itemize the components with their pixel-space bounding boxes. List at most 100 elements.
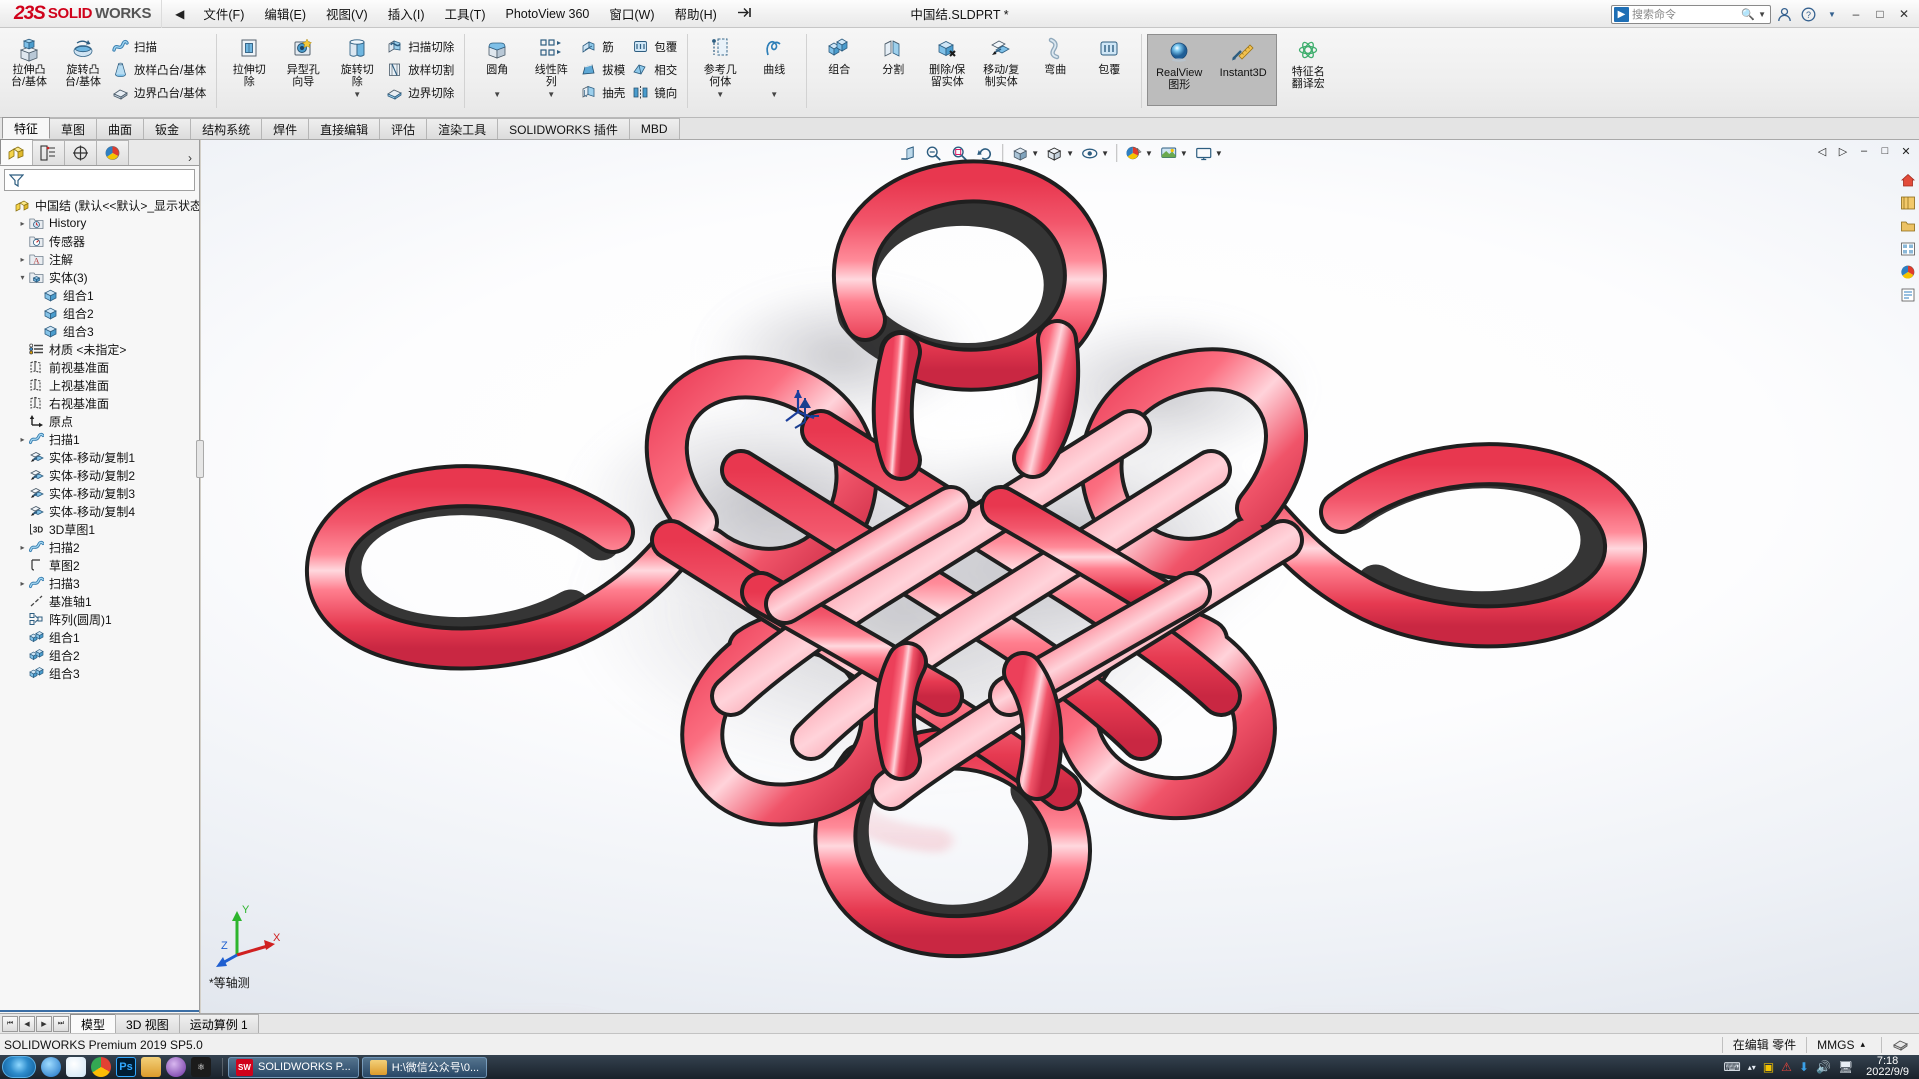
tree-item[interactable]: 实体-移动/复制3 bbox=[0, 484, 199, 502]
extruded-boss-base-button[interactable]: 拉伸凸 台/基体 bbox=[2, 32, 56, 88]
shell-button[interactable]: 抽壳 bbox=[578, 81, 630, 104]
tree-item[interactable]: 右视基准面 bbox=[0, 394, 199, 412]
keyboard-icon[interactable]: ⌨ bbox=[1723, 1060, 1740, 1074]
tab-first-button[interactable]: ⏮ bbox=[2, 1015, 18, 1032]
menu-edit[interactable]: 编辑(E) bbox=[254, 0, 316, 27]
status-units-caret-icon[interactable]: ▴ bbox=[1854, 1039, 1871, 1050]
tab-render-tools[interactable]: 渲染工具 bbox=[426, 118, 499, 139]
chevron-right-icon[interactable]: ▸ bbox=[16, 219, 29, 228]
rib-button[interactable]: 筋 bbox=[578, 35, 630, 58]
menu-photoview360[interactable]: PhotoView 360 bbox=[495, 3, 599, 25]
display-manager-tab[interactable] bbox=[96, 140, 129, 165]
help-icon[interactable]: ? bbox=[1797, 3, 1819, 25]
linear-pattern-dropdown-icon[interactable]: ▼ bbox=[524, 90, 578, 99]
tree-item[interactable]: 组合2 bbox=[0, 304, 199, 322]
tree-item[interactable]: 实体-移动/复制1 bbox=[0, 448, 199, 466]
mirror-button[interactable]: 镜向 bbox=[630, 81, 682, 104]
help-dropdown-icon[interactable]: ▼ bbox=[1821, 3, 1843, 25]
window-maximize-button[interactable]: □ bbox=[1869, 3, 1891, 25]
tab-mbd[interactable]: MBD bbox=[628, 118, 680, 139]
show-hidden-icon[interactable]: ▴▾ bbox=[1748, 1063, 1756, 1072]
search-command-box[interactable]: ▶ 搜索命令 🔍 ▼ bbox=[1611, 4, 1771, 24]
tree-item[interactable]: 组合1 bbox=[0, 286, 199, 304]
tree-item[interactable]: ▾ 实体(3) bbox=[0, 268, 199, 286]
swept-boss-base-button[interactable]: 扫描 bbox=[110, 35, 211, 58]
instant3d-button[interactable]: Instant3D bbox=[1210, 35, 1276, 105]
menu-tools[interactable]: 工具(T) bbox=[435, 0, 496, 27]
property-manager-tab[interactable] bbox=[32, 140, 65, 165]
chevron-right-icon[interactable]: ▸ bbox=[16, 543, 29, 552]
revolved-cut-button[interactable]: 旋转切除 ▼ bbox=[330, 32, 384, 99]
extruded-cut-button[interactable]: 拉伸切除 bbox=[222, 32, 276, 88]
taskbar-item-solidworks[interactable]: SW SOLIDWORKS P... bbox=[228, 1056, 359, 1078]
tree-item[interactable]: 3D 3D草图1 bbox=[0, 520, 199, 538]
tree-item[interactable]: 实体-移动/复制2 bbox=[0, 466, 199, 484]
menu-view[interactable]: 视图(V) bbox=[316, 0, 378, 27]
chevron-down-icon[interactable]: ▼ bbox=[1758, 10, 1770, 19]
tree-item[interactable]: 组合3 bbox=[0, 664, 199, 682]
menu-insert[interactable]: 插入(I) bbox=[378, 0, 435, 27]
chinese-knot-model[interactable] bbox=[201, 140, 1919, 1013]
tree-item[interactable]: 组合1 bbox=[0, 628, 199, 646]
realview-graphics-button[interactable]: RealView 图形 bbox=[1148, 35, 1210, 105]
keyshot-icon[interactable]: ⚛ bbox=[191, 1057, 211, 1077]
taskbar-item-explorer[interactable]: H:\微信公众号\0... bbox=[361, 1056, 488, 1078]
tree-item[interactable]: 阵列(圆周)1 bbox=[0, 610, 199, 628]
menu-help[interactable]: 帮助(H) bbox=[664, 0, 726, 27]
curves-button[interactable]: 曲线 bbox=[747, 32, 801, 76]
boundary-boss-base-button[interactable]: 边界凸台/基体 bbox=[110, 81, 211, 104]
tree-item[interactable]: ▸ History bbox=[0, 214, 199, 232]
tree-item[interactable]: 传感器 bbox=[0, 232, 199, 250]
curves-dropdown-icon[interactable]: ▼ bbox=[747, 90, 801, 99]
linear-pattern-button[interactable]: 线性阵列 bbox=[524, 32, 578, 88]
pin-icon[interactable] bbox=[727, 6, 762, 22]
chrome-icon[interactable] bbox=[91, 1057, 111, 1077]
delete-keep-body-button[interactable]: 删除/保 留实体 bbox=[920, 32, 974, 88]
lofted-cut-button[interactable]: 放样切割 bbox=[384, 58, 459, 81]
search-icon[interactable]: 🔍 bbox=[1741, 8, 1758, 21]
user-account-icon[interactable] bbox=[1773, 3, 1795, 25]
feature-manager-tab[interactable] bbox=[0, 139, 33, 165]
tab-features[interactable]: 特征 bbox=[2, 117, 51, 139]
tree-filter-input[interactable] bbox=[4, 169, 195, 191]
bottom-tab-motion-study[interactable]: 运动算例 1 bbox=[178, 1014, 259, 1033]
move-copy-body-button[interactable]: 移动/复 制实体 bbox=[974, 32, 1028, 88]
volume-icon[interactable]: 🔊 bbox=[1816, 1060, 1831, 1074]
tab-evaluate[interactable]: 评估 bbox=[379, 118, 428, 139]
revolved-cut-dropdown-icon[interactable]: ▼ bbox=[331, 90, 383, 99]
boundary-cut-button[interactable]: 边界切除 bbox=[384, 81, 459, 104]
tree-item[interactable]: 组合2 bbox=[0, 646, 199, 664]
tree-item[interactable]: 材质 <未指定> bbox=[0, 340, 199, 358]
search-flyout-icon[interactable]: ▶ bbox=[1614, 6, 1629, 22]
tab-prev-button[interactable]: ◀ bbox=[19, 1015, 35, 1032]
tree-item[interactable]: 草图2 bbox=[0, 556, 199, 574]
chevron-right-icon[interactable]: ▸ bbox=[16, 435, 29, 444]
tree-item[interactable]: 上视基准面 bbox=[0, 376, 199, 394]
panel-splitter[interactable] bbox=[196, 440, 204, 478]
feature-tree[interactable]: 中国结 (默认<<默认>_显示状态 1>) ▸ History 传感器 ▸ A 注解 ▾ 实体(… bbox=[0, 194, 199, 1008]
tab-sketch[interactable]: 草图 bbox=[49, 118, 98, 139]
expand-panel-button[interactable]: › bbox=[181, 151, 199, 165]
combine-button[interactable]: 组合 bbox=[812, 32, 866, 76]
download-icon[interactable]: ⬇ bbox=[1799, 1060, 1809, 1074]
tab-sheetmetal[interactable]: 钣金 bbox=[143, 118, 192, 139]
tab-surfaces[interactable]: 曲面 bbox=[96, 118, 145, 139]
tree-item[interactable]: 实体-移动/复制4 bbox=[0, 502, 199, 520]
media-icon[interactable] bbox=[166, 1057, 186, 1077]
bottom-tab-model[interactable]: 模型 bbox=[70, 1014, 117, 1033]
flex-button[interactable]: 弯曲 bbox=[1028, 32, 1082, 76]
wrap-button[interactable]: 包覆 bbox=[630, 35, 682, 58]
solidworks-logo[interactable]: 23S SOLID WORKS bbox=[0, 0, 163, 28]
tab-last-button[interactable]: ⏭ bbox=[53, 1015, 69, 1032]
fillet-button[interactable]: 圆角 bbox=[470, 32, 524, 76]
firefox-icon[interactable] bbox=[66, 1057, 86, 1077]
network-icon[interactable]: 🖥 bbox=[1838, 1060, 1853, 1074]
taskbar-clock[interactable]: 7:18 2022/9/9 bbox=[1860, 1056, 1915, 1078]
tree-item[interactable]: 原点 bbox=[0, 412, 199, 430]
ie-icon[interactable] bbox=[41, 1057, 61, 1077]
start-button[interactable] bbox=[2, 1056, 36, 1078]
reference-geometry-dropdown-icon[interactable]: ▼ bbox=[693, 90, 747, 99]
graphics-area[interactable]: ▼ ▼ ▼ ▼ ▼ ▼ ◁ ▷ – □ ✕ Y X Z *等轴测 bbox=[201, 140, 1919, 1013]
menu-file[interactable]: 文件(F) bbox=[193, 0, 254, 27]
folder-icon[interactable] bbox=[141, 1057, 161, 1077]
